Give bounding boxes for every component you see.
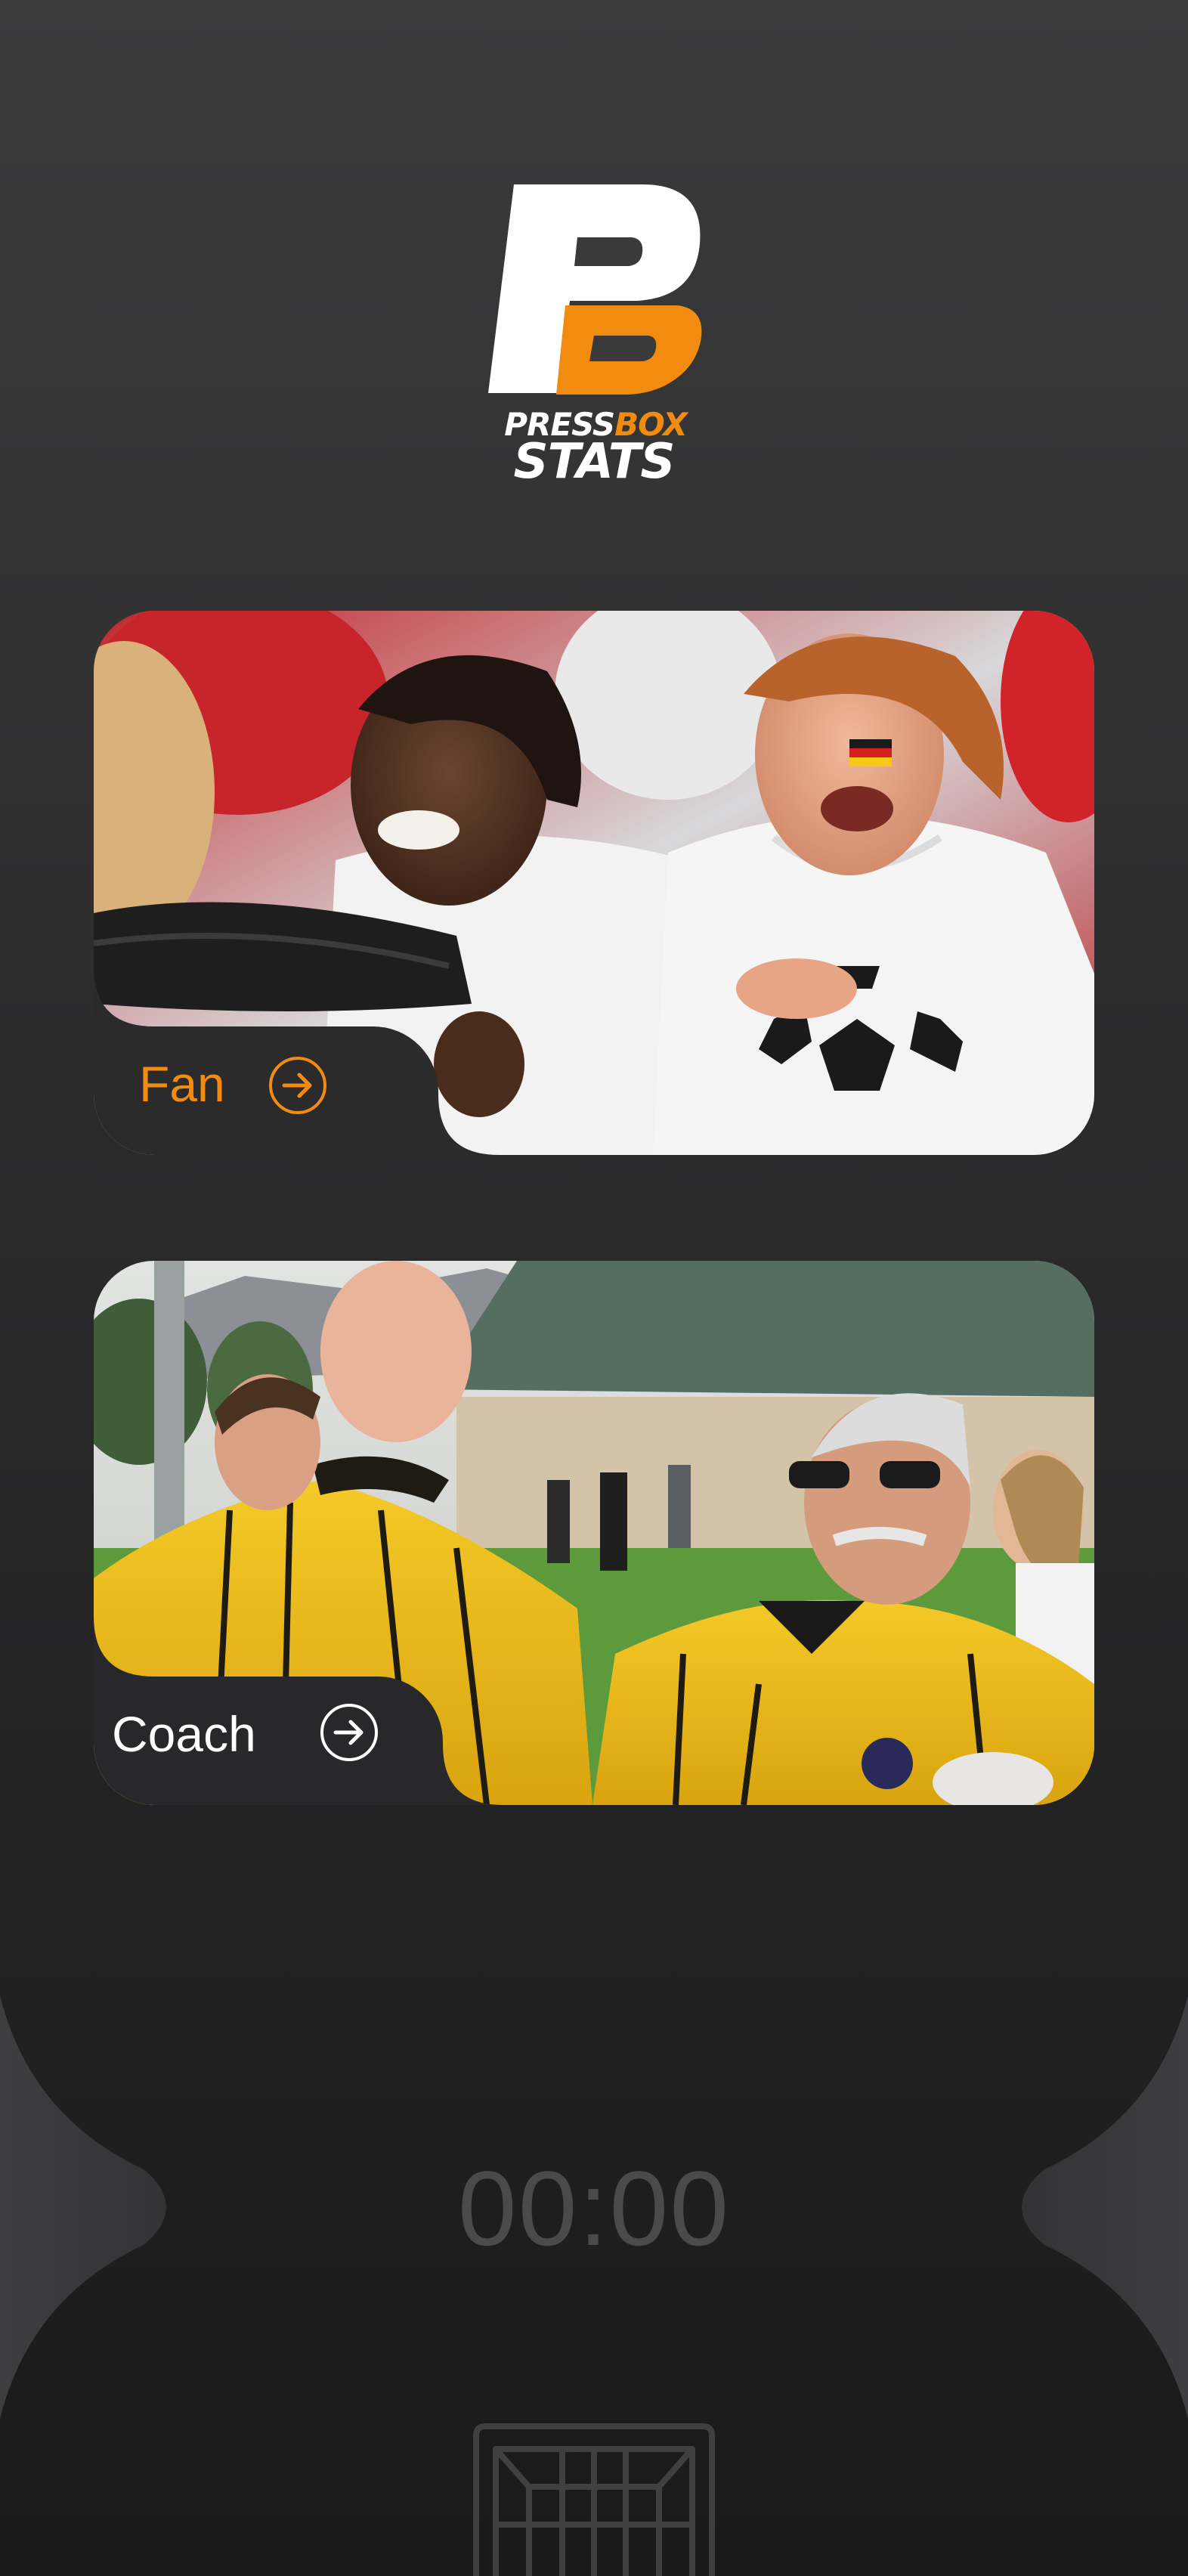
match-timer: 00:00 — [457, 2149, 731, 2268]
logo-stats-text: STATS — [513, 434, 676, 490]
pb-monogram-icon — [488, 184, 702, 395]
coach-role-card[interactable]: Coach — [94, 1261, 1094, 1805]
tab-corner-decoration — [443, 1745, 503, 1805]
arrow-right-circle-icon[interactable] — [269, 1057, 326, 1114]
pressbox-stats-logo: PRESSBOX STATS — [481, 180, 707, 497]
coach-label: Coach — [112, 1706, 256, 1762]
coach-label-tab[interactable]: Coach — [94, 1677, 443, 1805]
role-selection-screen: PRESSBOX STATS Fan Coach 00:00 — [0, 0, 1188, 2576]
tab-corner-decoration — [94, 966, 154, 1026]
fan-label-tab[interactable]: Fan — [94, 1026, 438, 1155]
tab-corner-decoration — [94, 1616, 154, 1677]
soccer-goal-icon — [473, 2423, 715, 2576]
arrow-right-circle-icon[interactable] — [320, 1704, 378, 1761]
fan-label: Fan — [139, 1056, 225, 1112]
fan-role-card[interactable]: Fan — [94, 611, 1094, 1155]
tab-corner-decoration — [438, 1094, 499, 1155]
